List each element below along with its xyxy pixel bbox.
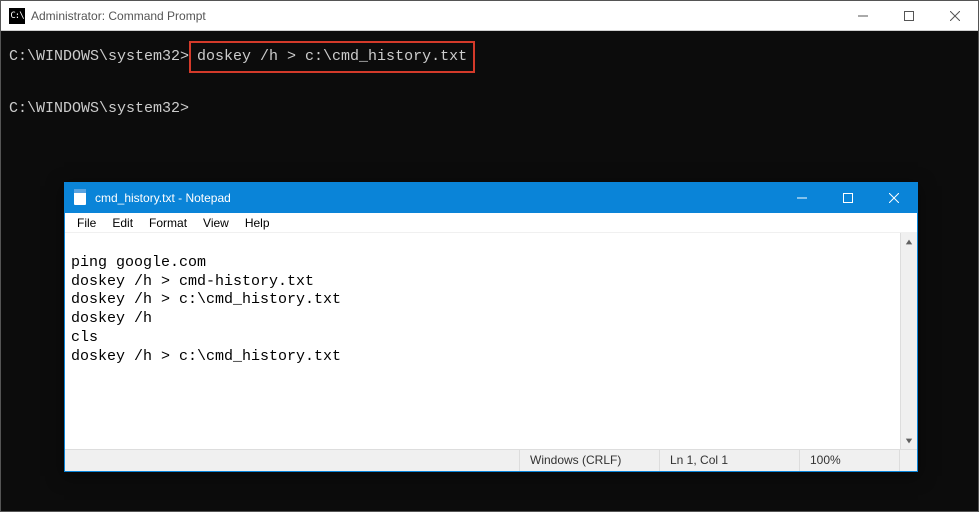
notepad-window-controls <box>779 183 917 213</box>
notepad-icon <box>73 190 89 206</box>
minimize-button[interactable] <box>840 1 886 30</box>
resize-grip-icon[interactable] <box>899 450 917 471</box>
notepad-titlebar[interactable]: cmd_history.txt - Notepad <box>65 183 917 213</box>
notepad-statusbar: Windows (CRLF) Ln 1, Col 1 100% <box>65 449 917 471</box>
maximize-button[interactable] <box>886 1 932 30</box>
status-cursor-position: Ln 1, Col 1 <box>659 450 799 471</box>
cmd-prompt: C:\WINDOWS\system32> <box>9 100 189 117</box>
text-line: doskey /h > c:\cmd_history.txt <box>71 291 341 308</box>
highlighted-command: doskey /h > c:\cmd_history.txt <box>189 41 475 73</box>
vertical-scrollbar[interactable] <box>900 233 917 449</box>
maximize-button[interactable] <box>825 183 871 213</box>
text-line: doskey /h <box>71 310 152 327</box>
status-encoding: Windows (CRLF) <box>519 450 659 471</box>
text-line: doskey /h > c:\cmd_history.txt <box>71 348 341 365</box>
cmd-icon: C:\ <box>9 8 25 24</box>
notepad-title: cmd_history.txt - Notepad <box>95 191 779 205</box>
cmd-output-area[interactable]: C:\WINDOWS\system32>doskey /h > c:\cmd_h… <box>1 31 978 131</box>
menu-help[interactable]: Help <box>237 214 278 232</box>
notepad-window: cmd_history.txt - Notepad File Edit Form… <box>64 182 918 472</box>
text-line: ping google.com <box>71 254 206 271</box>
menu-file[interactable]: File <box>69 214 104 232</box>
text-line: doskey /h > cmd-history.txt <box>71 273 314 290</box>
cmd-line-1: C:\WINDOWS\system32>doskey /h > c:\cmd_h… <box>9 41 970 73</box>
menu-edit[interactable]: Edit <box>104 214 141 232</box>
minimize-button[interactable] <box>779 183 825 213</box>
cmd-prompt: C:\WINDOWS\system32> <box>9 48 189 65</box>
cmd-titlebar[interactable]: C:\ Administrator: Command Prompt <box>1 1 978 31</box>
notepad-text-area[interactable]: ping google.com doskey /h > cmd-history.… <box>65 233 917 449</box>
text-line: cls <box>71 329 98 346</box>
menu-format[interactable]: Format <box>141 214 195 232</box>
close-button[interactable] <box>871 183 917 213</box>
cmd-title: Administrator: Command Prompt <box>31 9 840 23</box>
status-spacer <box>65 450 519 471</box>
cmd-line-2: C:\WINDOWS\system32> <box>9 97 970 121</box>
scroll-up-arrow-icon[interactable] <box>901 233 917 250</box>
cmd-blank-line <box>9 73 970 97</box>
notepad-menubar: File Edit Format View Help <box>65 213 917 233</box>
status-zoom: 100% <box>799 450 899 471</box>
close-button[interactable] <box>932 1 978 30</box>
scroll-down-arrow-icon[interactable] <box>901 432 917 449</box>
cmd-window-controls <box>840 1 978 30</box>
menu-view[interactable]: View <box>195 214 237 232</box>
